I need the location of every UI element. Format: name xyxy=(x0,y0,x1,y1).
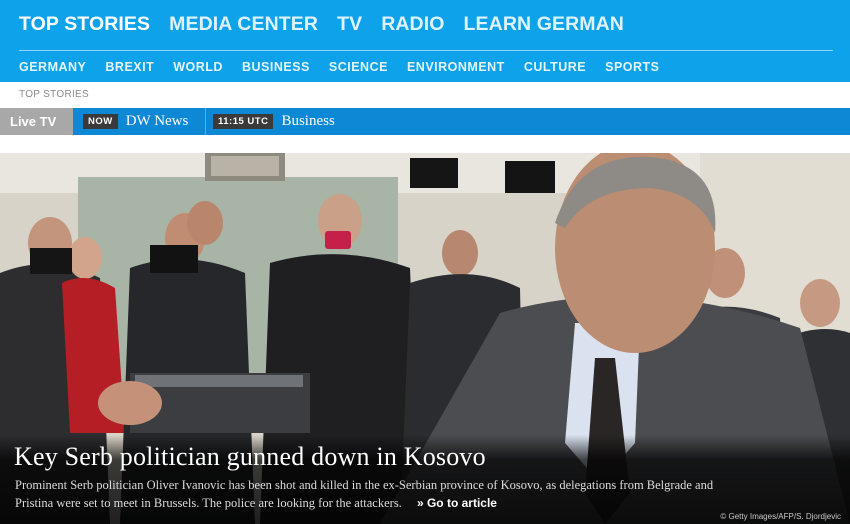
go-to-article-link[interactable]: » Go to article xyxy=(417,496,497,510)
photo-credit: © Getty Images/AFP/S. Djordjevic xyxy=(720,512,841,521)
hero-teaser[interactable]: Key Serb politician gunned down in Kosov… xyxy=(0,153,850,524)
live-tv-bar: Live TV NOW DW News 11:15 UTC Business xyxy=(0,108,850,135)
hero-teaser-text: Prominent Serb politician Oliver Ivanovi… xyxy=(15,477,735,512)
next-program-title: Business xyxy=(281,113,335,129)
live-divider xyxy=(205,108,206,135)
nav-top-stories[interactable]: TOP STORIES xyxy=(19,13,150,36)
nav-tv[interactable]: TV xyxy=(337,13,362,36)
now-badge: NOW xyxy=(83,114,118,129)
section-environment[interactable]: ENVIRONMENT xyxy=(407,60,505,74)
section-sports[interactable]: SPORTS xyxy=(605,60,659,74)
nav-divider xyxy=(19,50,833,51)
section-nav: GERMANY BREXIT WORLD BUSINESS SCIENCE EN… xyxy=(19,60,660,74)
section-business[interactable]: BUSINESS xyxy=(242,60,310,74)
section-brexit[interactable]: BREXIT xyxy=(105,60,154,74)
now-program-title: DW News xyxy=(125,113,189,129)
primary-nav: TOP STORIES MEDIA CENTER TV RADIO LEARN … xyxy=(19,13,624,36)
nav-radio[interactable]: RADIO xyxy=(381,13,444,36)
hero-headline[interactable]: Key Serb politician gunned down in Kosov… xyxy=(14,442,486,472)
live-tv-button[interactable]: Live TV xyxy=(0,108,73,135)
up-next[interactable]: 11:15 UTC Business xyxy=(213,108,335,135)
now-playing[interactable]: NOW DW News xyxy=(83,108,188,135)
section-science[interactable]: SCIENCE xyxy=(329,60,388,74)
breadcrumb[interactable]: TOP STORIES xyxy=(19,89,89,100)
next-time-badge: 11:15 UTC xyxy=(213,114,274,129)
nav-learn-german[interactable]: LEARN GERMAN xyxy=(464,13,624,36)
section-culture[interactable]: CULTURE xyxy=(524,60,586,74)
section-germany[interactable]: GERMANY xyxy=(19,60,86,74)
site-header: TOP STORIES MEDIA CENTER TV RADIO LEARN … xyxy=(0,0,850,82)
teaser-body: Prominent Serb politician Oliver Ivanovi… xyxy=(15,478,714,510)
section-world[interactable]: WORLD xyxy=(173,60,223,74)
nav-media-center[interactable]: MEDIA CENTER xyxy=(169,13,318,36)
